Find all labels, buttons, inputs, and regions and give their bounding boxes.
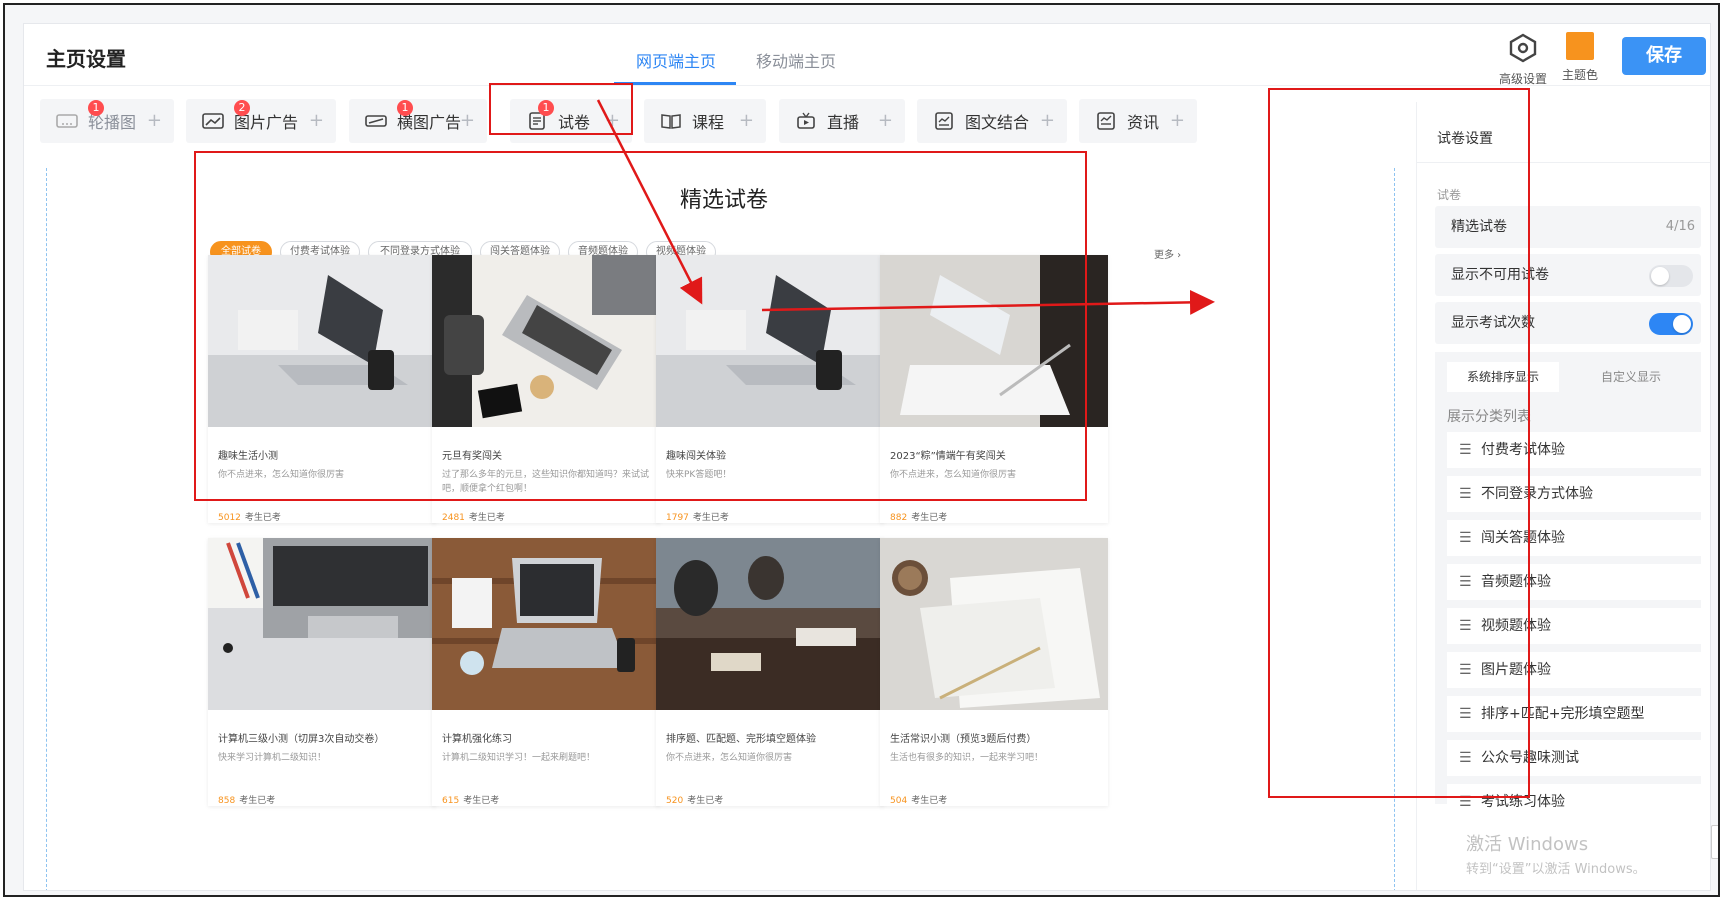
- exam-title: 计算机三级小测（切屏3次自动交卷）: [218, 734, 385, 745]
- tab-web-home[interactable]: 网页端主页: [636, 48, 716, 72]
- canvas-guide-left: [46, 168, 47, 890]
- taker-number: 882: [890, 513, 908, 523]
- theme-color-label: 主题色: [1561, 68, 1598, 82]
- exam-cover-image: [880, 538, 1108, 710]
- taker-suffix: 考生已考: [244, 513, 281, 523]
- exam-cover-image: [656, 538, 884, 710]
- annotation-box-preview: [194, 151, 1087, 501]
- component-label: 课程: [692, 113, 725, 132]
- exam-taker-count: 858 考生已考: [218, 793, 426, 806]
- taker-number: 520: [666, 796, 684, 806]
- show-unavailable-toggle[interactable]: [1649, 265, 1693, 287]
- theme-color-swatch: [1566, 32, 1594, 60]
- activate-windows-watermark: 激活 Windows: [1466, 834, 1589, 855]
- live-tv-icon: [797, 112, 815, 129]
- feedback-widget[interactable]: [1711, 825, 1718, 859]
- exam-taker-count: 2481 考生已考: [442, 510, 650, 523]
- theme-color-button[interactable]: 主题色: [1558, 32, 1602, 83]
- exam-cover-image: [432, 538, 660, 710]
- add-icon[interactable]: +: [147, 110, 162, 131]
- page-title: 主页设置: [46, 47, 126, 71]
- carousel-icon: [56, 114, 78, 128]
- exam-description: 生活也有很多的知识，一起来学习吧！: [890, 753, 1044, 763]
- advanced-settings-label: 高级设置: [1498, 72, 1547, 86]
- toggle-knob: [1673, 315, 1691, 333]
- taker-suffix: 考生已考: [911, 513, 948, 523]
- banner-ad-icon: [365, 115, 387, 127]
- component-course[interactable]: 课程 +: [644, 99, 766, 143]
- image-text-icon: [935, 112, 953, 130]
- exam-description: 计算机二级知识学习！一起来刷题吧！: [442, 753, 596, 763]
- exam-title: 排序题、匹配题、完形填空题体验: [666, 734, 816, 745]
- taker-number: 1797: [666, 513, 689, 523]
- exam-taker-count: 615 考生已考: [442, 793, 650, 806]
- taker-suffix: 考生已考: [463, 796, 500, 806]
- taker-suffix: 考生已考: [911, 796, 948, 806]
- exam-card[interactable]: 生活常识小测（预览3题后付费） 生活也有很多的知识，一起来学习吧！ 504 考生已考: [880, 538, 1108, 806]
- exam-description: 快来学习计算机二级知识！: [218, 753, 327, 763]
- add-icon[interactable]: +: [309, 110, 324, 131]
- count-badge: 2: [234, 100, 250, 116]
- exam-taker-count: 520 考生已考: [666, 793, 874, 806]
- add-icon[interactable]: +: [878, 110, 893, 131]
- exam-cover-image: [208, 538, 436, 710]
- taker-suffix: 考生已考: [687, 796, 724, 806]
- component-label: 直播: [827, 113, 860, 132]
- taker-number: 504: [890, 796, 908, 806]
- activate-windows-hint: 转到“设置”以激活 Windows。: [1466, 862, 1646, 877]
- component-image-text[interactable]: 图文结合 +: [917, 99, 1067, 143]
- news-icon: [1097, 112, 1115, 130]
- component-banner-ad[interactable]: 横图广告 1 +: [349, 99, 487, 143]
- advanced-settings-button[interactable]: 高级设置: [1494, 32, 1552, 87]
- taker-number: 858: [218, 796, 236, 806]
- component-label: 资讯: [1127, 113, 1160, 132]
- show-attempts-toggle[interactable]: [1649, 313, 1693, 335]
- component-label: 图文结合: [965, 113, 1030, 132]
- add-icon[interactable]: +: [1040, 110, 1055, 131]
- component-news[interactable]: 资讯 +: [1079, 99, 1197, 143]
- taker-number: 5012: [218, 513, 241, 523]
- exam-taker-count: 5012 考生已考: [218, 510, 426, 523]
- exam-taker-count: 1797 考生已考: [666, 510, 874, 523]
- exam-title: 生活常识小测（预览3题后付费）: [890, 734, 1037, 745]
- more-link[interactable]: 更多 ›: [1154, 246, 1181, 261]
- taker-suffix: 考生已考: [692, 513, 729, 523]
- exam-taker-count: 504 考生已考: [890, 793, 1098, 806]
- count-badge: 1: [397, 100, 413, 116]
- taker-number: 2481: [442, 513, 465, 523]
- annotation-box-settings: [1268, 88, 1530, 798]
- course-book-icon: [661, 114, 681, 129]
- save-button[interactable]: 保存: [1622, 37, 1706, 75]
- hexagon-settings-icon: [1509, 33, 1537, 63]
- add-icon[interactable]: +: [739, 110, 754, 131]
- add-icon[interactable]: +: [1170, 110, 1185, 131]
- tab-mobile-home[interactable]: 移动端主页: [756, 48, 836, 72]
- exam-description: 你不点进来，怎么知道你很厉害: [666, 753, 793, 763]
- component-image-ad[interactable]: 图片广告 2 +: [186, 99, 336, 143]
- taker-suffix: 考生已考: [468, 513, 505, 523]
- char-count: 4/16: [1665, 219, 1695, 234]
- taker-number: 615: [442, 796, 460, 806]
- component-live[interactable]: 直播 +: [779, 99, 905, 143]
- add-icon[interactable]: +: [460, 110, 475, 131]
- exam-card[interactable]: 排序题、匹配题、完形填空题体验 你不点进来，怎么知道你很厉害 520 考生已考: [656, 538, 884, 806]
- tab-custom-sort[interactable]: 自定义显示: [1575, 362, 1687, 392]
- top-header: 主页设置 网页端主页 移动端主页 高级设置 主题色 保存: [24, 24, 1710, 87]
- annotation-box-exam-component: [489, 83, 633, 135]
- exam-taker-count: 882 考生已考: [890, 510, 1098, 523]
- toggle-knob: [1651, 267, 1669, 285]
- count-badge: 1: [88, 100, 104, 116]
- exam-card[interactable]: 计算机三级小测（切屏3次自动交卷） 快来学习计算机二级知识！ 858 考生已考: [208, 538, 436, 806]
- taker-suffix: 考生已考: [239, 796, 276, 806]
- exam-title: 计算机强化练习: [442, 734, 512, 745]
- component-carousel[interactable]: 轮播图 1 +: [40, 99, 174, 143]
- image-ad-icon: [202, 113, 224, 129]
- exam-card[interactable]: 计算机强化练习计算机二级知识学习！一起来刷题吧！ 615 考生已考: [432, 538, 660, 806]
